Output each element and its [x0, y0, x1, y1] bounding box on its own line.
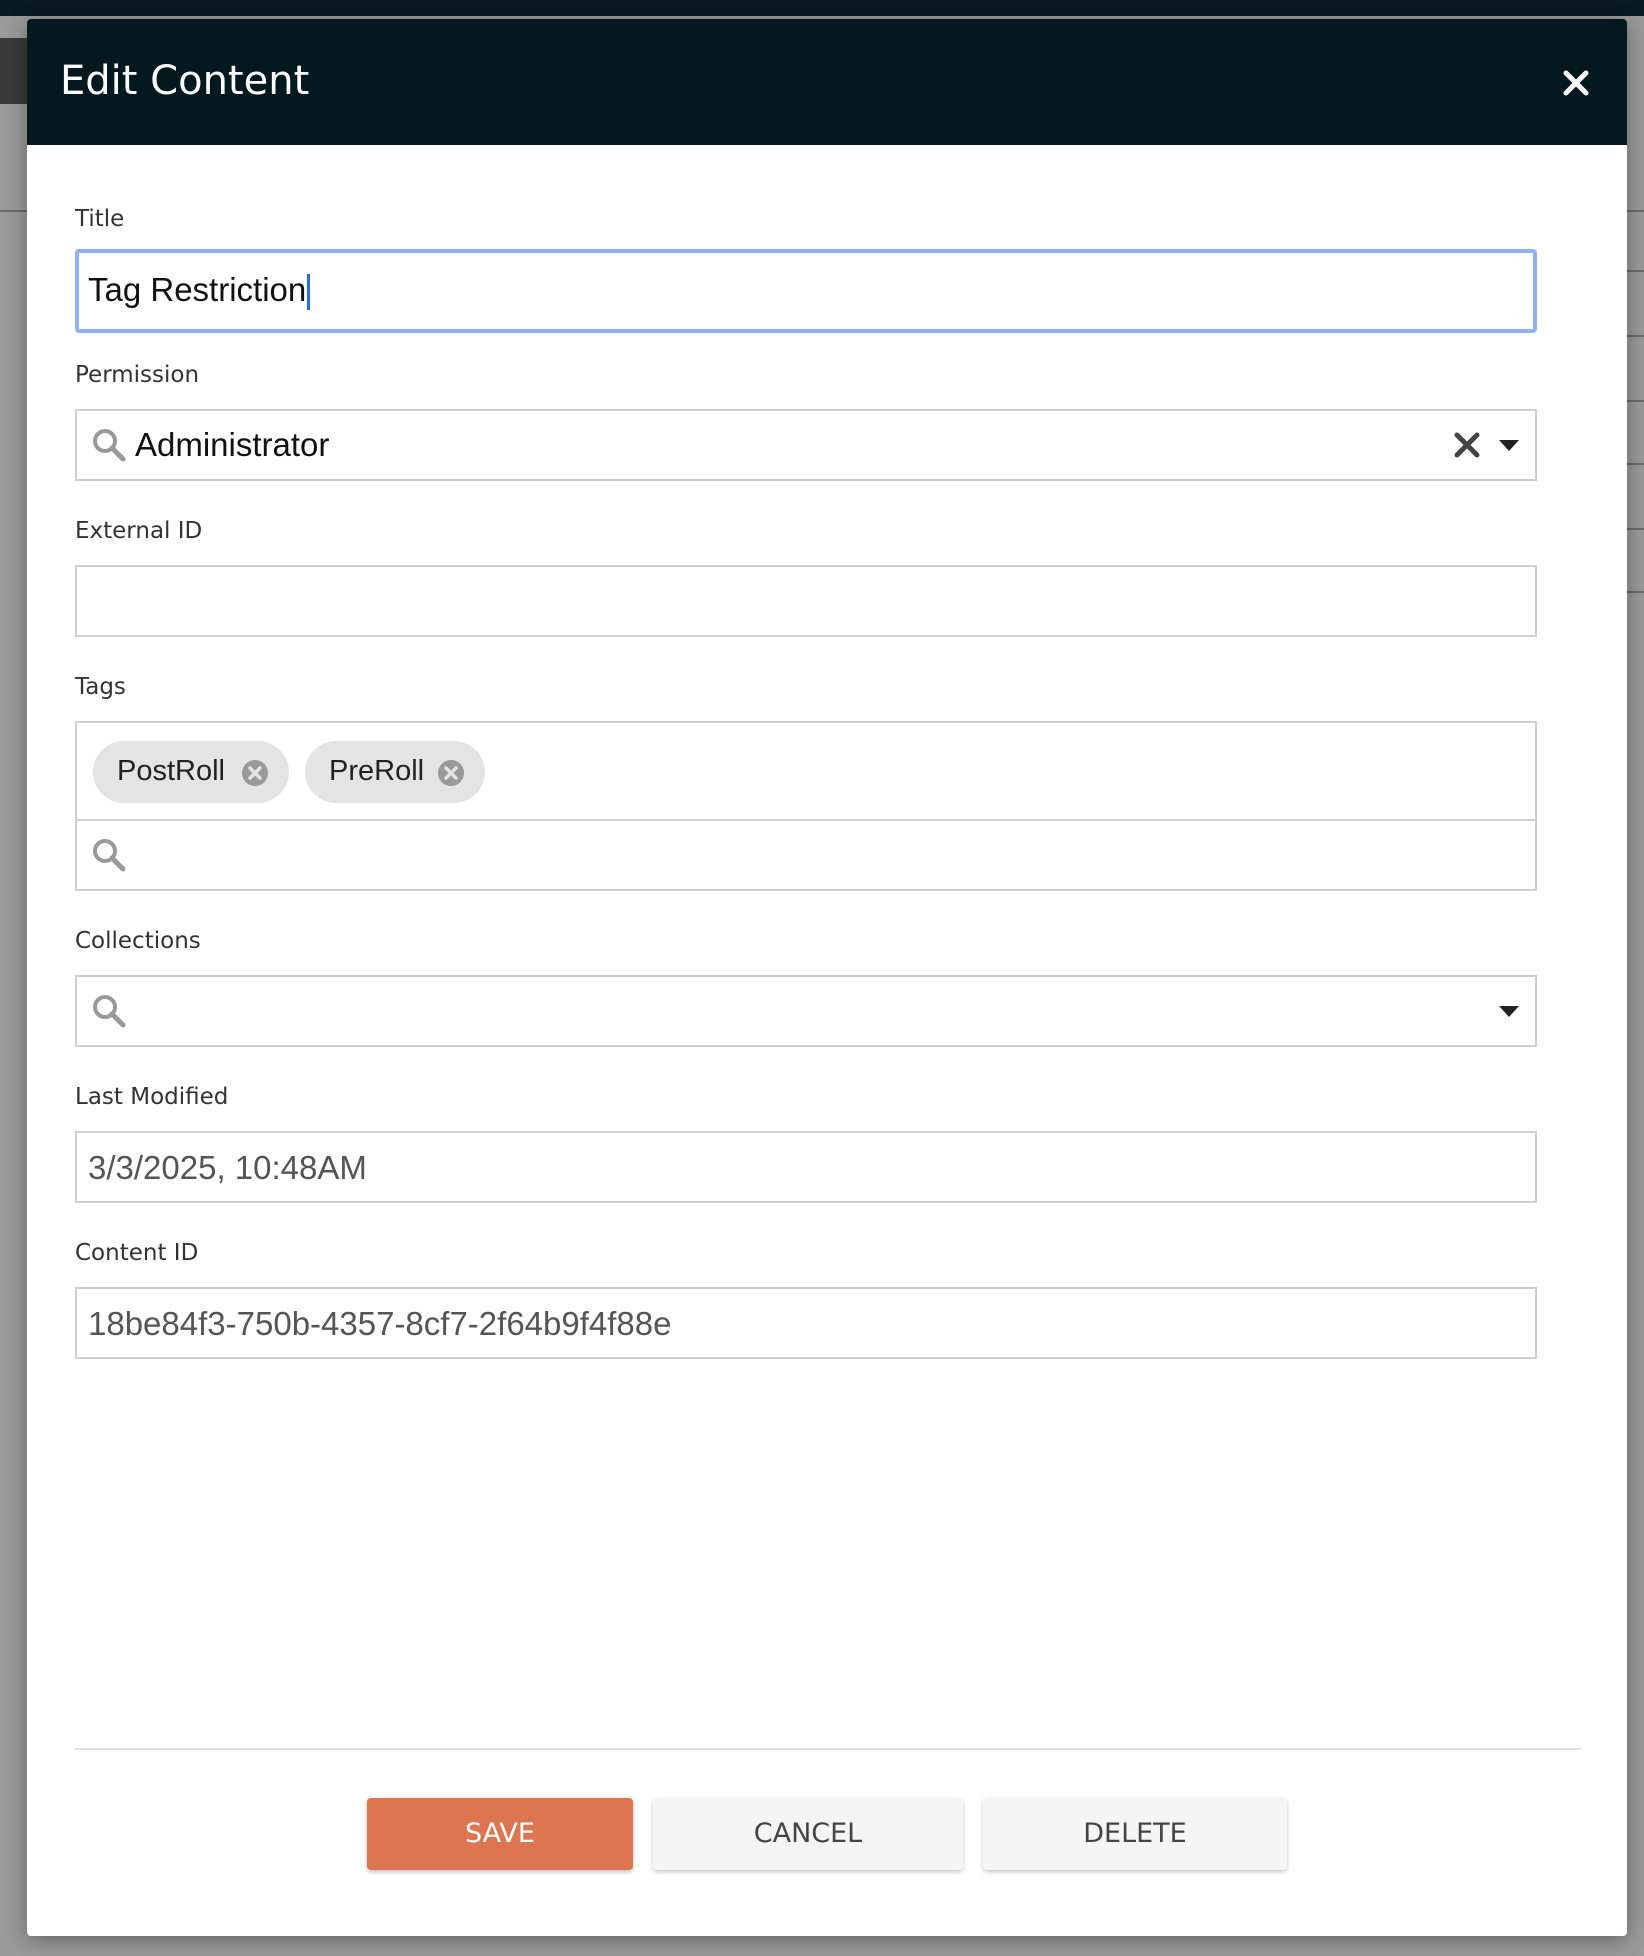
permission-value: Administrator — [135, 426, 330, 463]
background-divider — [0, 210, 28, 212]
external-id-label: External ID — [75, 518, 203, 544]
background-top-bar — [0, 0, 1644, 16]
background-divider — [1627, 528, 1644, 530]
tag-chip-label: PostRoll — [117, 755, 225, 787]
text-caret — [307, 274, 311, 311]
modal-header: Edit Content — [27, 19, 1627, 145]
content-id-label: Content ID — [75, 1240, 199, 1266]
close-button[interactable] — [1554, 61, 1598, 105]
tag-chip[interactable]: PostRoll — [93, 741, 289, 803]
background-divider — [1627, 591, 1644, 593]
tags-field: PostRoll PreRoll — [75, 721, 1537, 891]
delete-button[interactable]: DELETE — [983, 1798, 1287, 1870]
permission-select[interactable]: Administrator — [75, 409, 1537, 481]
remove-tag-icon[interactable] — [437, 759, 465, 787]
background-divider — [1627, 335, 1644, 337]
save-button[interactable]: SAVE — [367, 1798, 633, 1870]
close-icon — [1563, 70, 1589, 96]
title-input-value: Tag Restriction — [88, 271, 307, 308]
background-divider — [1627, 270, 1644, 272]
remove-tag-icon[interactable] — [241, 759, 269, 787]
edit-content-modal: Edit Content Title Tag Restriction Permi… — [27, 19, 1627, 1936]
background-divider — [1627, 463, 1644, 465]
tags-search-input[interactable] — [77, 821, 1535, 889]
collections-select[interactable] — [75, 975, 1537, 1047]
tag-chip[interactable]: PreRoll — [305, 741, 485, 803]
chevron-down-icon[interactable] — [1497, 1001, 1521, 1021]
footer-divider — [75, 1748, 1581, 1750]
tag-chip-label: PreRoll — [329, 755, 425, 787]
external-id-input[interactable] — [75, 565, 1537, 637]
last-modified-field: 3/3/2025, 10:48AM — [75, 1131, 1537, 1203]
tags-label: Tags — [75, 674, 126, 700]
background-divider — [1627, 210, 1644, 212]
last-modified-value: 3/3/2025, 10:48AM — [88, 1149, 367, 1186]
cancel-button[interactable]: CANCEL — [653, 1798, 963, 1870]
clear-icon[interactable] — [1451, 429, 1483, 461]
chevron-down-icon[interactable] — [1497, 435, 1521, 455]
background-divider — [1627, 400, 1644, 402]
last-modified-label: Last Modified — [75, 1084, 229, 1110]
collections-label: Collections — [75, 928, 201, 954]
modal-title: Edit Content — [60, 58, 310, 104]
search-icon — [93, 839, 126, 872]
title-input[interactable]: Tag Restriction — [75, 249, 1537, 333]
search-icon — [93, 429, 126, 462]
search-icon — [93, 995, 126, 1028]
permission-label: Permission — [75, 362, 200, 388]
content-id-value: 18be84f3-750b-4357-8cf7-2f64b9f4f88e — [88, 1305, 672, 1342]
title-label: Title — [75, 206, 125, 232]
content-id-field: 18be84f3-750b-4357-8cf7-2f64b9f4f88e — [75, 1287, 1537, 1359]
